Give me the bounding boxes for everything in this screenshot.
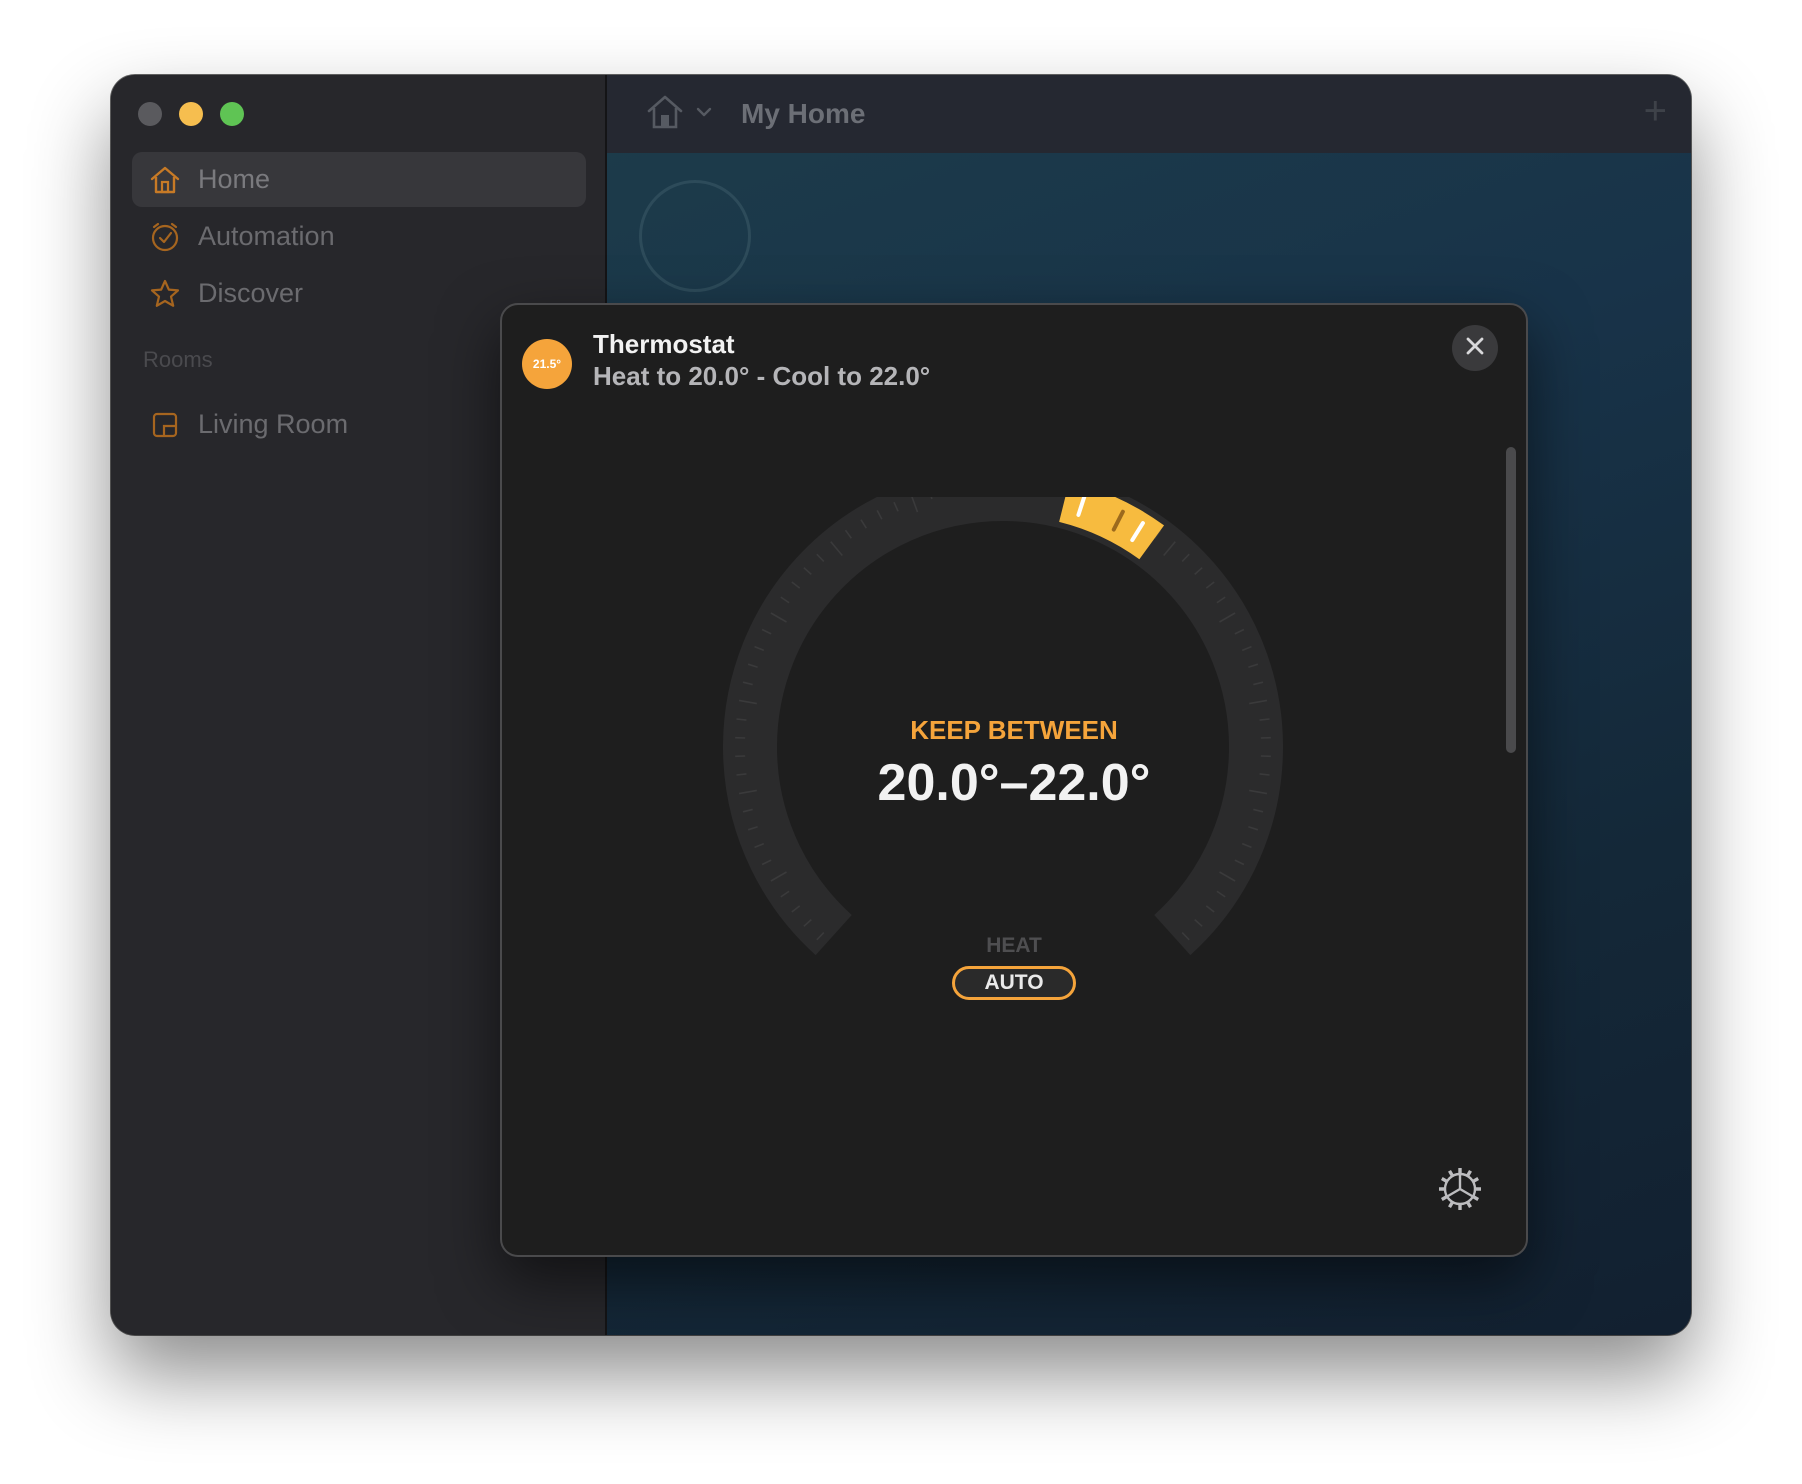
rooms-section-header: Rooms bbox=[143, 347, 213, 372]
add-button[interactable]: + bbox=[1644, 89, 1667, 134]
sidebar-item-label: Home bbox=[198, 164, 271, 194]
dial-mode-label: KEEP BETWEEN bbox=[910, 715, 1118, 745]
dialog-subtitle: Heat to 20.0° - Cool to 22.0° bbox=[593, 361, 931, 391]
dialog-title: Thermostat bbox=[593, 329, 735, 359]
star-icon bbox=[148, 277, 182, 311]
mode-option-heat[interactable]: HEAT bbox=[502, 934, 1526, 958]
gear-icon bbox=[1436, 1165, 1484, 1218]
thermostat-dial[interactable] bbox=[723, 497, 1283, 997]
sidebar-item-home[interactable]: Home bbox=[132, 152, 586, 207]
sidebar-item-label: Discover bbox=[198, 278, 304, 308]
clock-icon bbox=[148, 220, 182, 254]
home-menu-button[interactable] bbox=[645, 92, 713, 137]
minimize-window-button[interactable] bbox=[179, 102, 203, 126]
zoom-window-button[interactable] bbox=[220, 102, 244, 126]
sidebar-nav: Home Automation Discover bbox=[132, 152, 586, 323]
current-temperature-badge: 21.5° bbox=[522, 339, 572, 389]
sidebar-item-label: Living Room bbox=[198, 409, 349, 439]
close-window-button[interactable] bbox=[138, 102, 162, 126]
room-icon bbox=[148, 408, 182, 442]
house-icon bbox=[645, 92, 685, 137]
thermostat-dialog: 21.5° Thermostat Heat to 20.0° - Cool to… bbox=[500, 303, 1528, 1257]
close-icon bbox=[1465, 336, 1485, 361]
scrollbar[interactable] bbox=[1506, 447, 1516, 753]
close-button[interactable] bbox=[1452, 325, 1498, 371]
toolbar: My Home + bbox=[607, 75, 1691, 153]
app-window: Home Automation Discover Rooms Living Ro… bbox=[111, 75, 1691, 1335]
settings-button[interactable] bbox=[1436, 1167, 1484, 1215]
window-controls bbox=[138, 102, 244, 126]
mode-option-auto[interactable]: AUTO bbox=[952, 966, 1076, 1000]
target-range-value: 20.0°–22.0° bbox=[877, 754, 1151, 812]
chevron-down-icon bbox=[695, 105, 713, 123]
sidebar-item-label: Automation bbox=[198, 221, 335, 251]
background-accessory-tile bbox=[639, 180, 751, 292]
page-title: My Home bbox=[741, 98, 866, 129]
sidebar-item-automation[interactable]: Automation bbox=[132, 209, 586, 264]
house-icon bbox=[148, 163, 182, 197]
